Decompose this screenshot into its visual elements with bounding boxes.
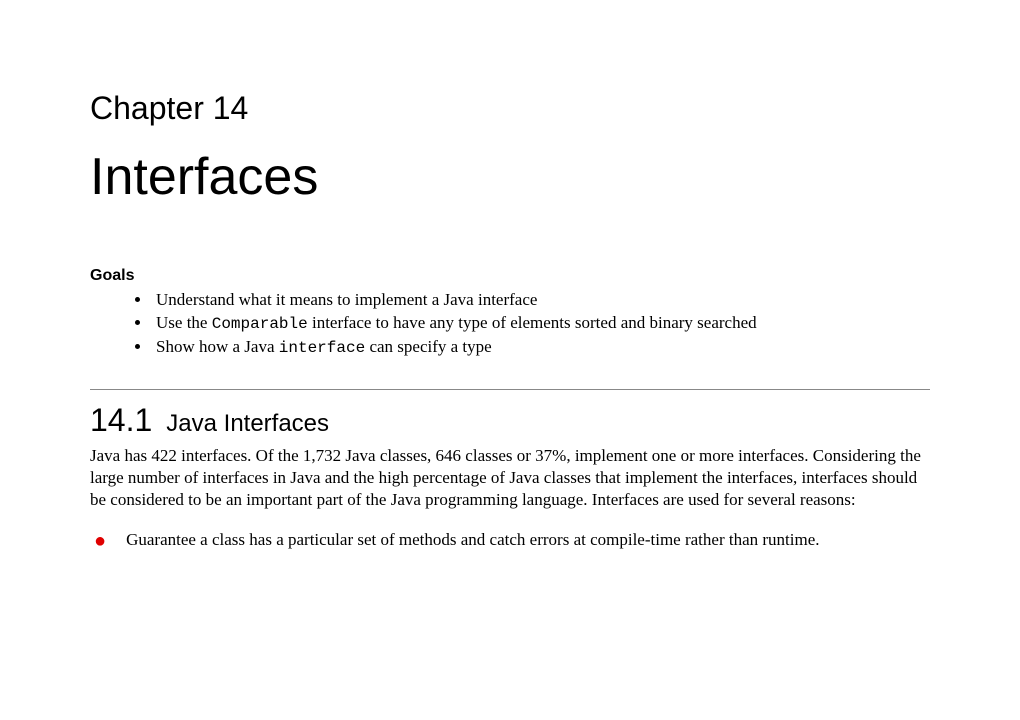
document-page: Chapter 14 Interfaces Goals Understand w… [0, 0, 1020, 720]
goal-text-post: can specify a type [365, 337, 492, 356]
goal-text-post: interface to have any type of elements s… [308, 313, 757, 332]
goals-heading: Goals [90, 267, 930, 285]
reason-text: Guarantee a class has a particular set o… [126, 530, 819, 550]
goals-item: Understand what it means to implement a … [152, 289, 930, 312]
goal-text-pre: Use the [156, 313, 212, 332]
goal-code: Comparable [212, 315, 308, 333]
goals-list: Understand what it means to implement a … [90, 289, 930, 359]
goal-text-pre: Show how a Java [156, 337, 279, 356]
section-heading: 14.1 Java Interfaces [90, 402, 930, 439]
bullet-icon: ● [94, 531, 106, 551]
chapter-number: Chapter 14 [90, 90, 930, 127]
goals-item: Use the Comparable interface to have any… [152, 312, 930, 336]
section-paragraph: Java has 422 interfaces. Of the 1,732 Ja… [90, 445, 930, 511]
divider [90, 389, 930, 390]
chapter-title: Interfaces [90, 147, 930, 207]
reason-item: ● Guarantee a class has a particular set… [90, 529, 930, 550]
goal-code: interface [279, 339, 365, 357]
goals-item: Show how a Java interface can specify a … [152, 336, 930, 360]
section-title: Java Interfaces [166, 410, 329, 437]
goal-text: Understand what it means to implement a … [156, 290, 537, 309]
section-number: 14.1 [90, 402, 152, 438]
